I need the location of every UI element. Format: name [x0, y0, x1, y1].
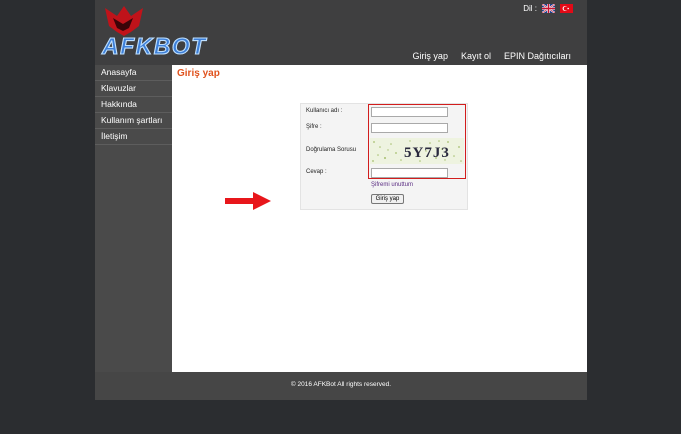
language-switcher: Dil : [523, 3, 573, 14]
header: AFKBOT Dil : Giriş yap Kayıt ol EPIN Dağ… [95, 0, 587, 65]
nav-login[interactable]: Giriş yap [412, 51, 448, 61]
forgot-password-link[interactable]: Şifremi unuttum [371, 182, 413, 188]
logo-text: AFKBOT [101, 33, 207, 59]
sidebar-item-terms[interactable]: Kullanım şartları [95, 113, 172, 129]
tr-flag-icon[interactable] [560, 4, 573, 13]
sidebar-item-contact[interactable]: İletişim [95, 129, 172, 145]
sidebar-item-home[interactable]: Anasayfa [95, 65, 172, 81]
password-label: Şifre : [306, 124, 322, 130]
nav-epin-distributors[interactable]: EPIN Dağıtıcıları [504, 51, 571, 61]
login-button[interactable]: Giriş yap [371, 194, 404, 204]
language-label: Dil : [523, 4, 537, 13]
username-label: Kullanıcı adı : [306, 108, 343, 114]
sidebar: Anasayfa Klavuzlar Hakkında Kullanım şar… [95, 65, 172, 145]
answer-label: Cevap : [306, 169, 327, 175]
captcha-label: Doğrulama Sorusu [306, 147, 357, 153]
top-navigation: Giriş yap Kayıt ol EPIN Dağıtıcıları [412, 51, 571, 61]
logo[interactable]: AFKBOT [99, 2, 219, 62]
sidebar-item-about[interactable]: Hakkında [95, 97, 172, 113]
footer: © 2016 AFKBot All rights reserved. [95, 372, 587, 400]
main-content: Giriş yap Kullanıcı adı : Şifre : Doğrul… [172, 65, 587, 372]
nav-register[interactable]: Kayıt ol [461, 51, 491, 61]
red-arrow-icon [225, 192, 271, 215]
logo-emblem-icon: AFKBOT [100, 6, 207, 60]
page-wrapper: AFKBOT Dil : Giriş yap Kayıt ol EPIN Dağ… [95, 0, 587, 400]
login-form: Kullanıcı adı : Şifre : Doğrulama Sorusu [300, 103, 468, 210]
footer-copyright: © 2016 AFKBot All rights reserved. [290, 381, 392, 388]
highlight-box [368, 104, 466, 179]
uk-flag-icon[interactable] [541, 3, 556, 14]
sidebar-item-guides[interactable]: Klavuzlar [95, 81, 172, 97]
page-title: Giriş yap [177, 68, 220, 79]
